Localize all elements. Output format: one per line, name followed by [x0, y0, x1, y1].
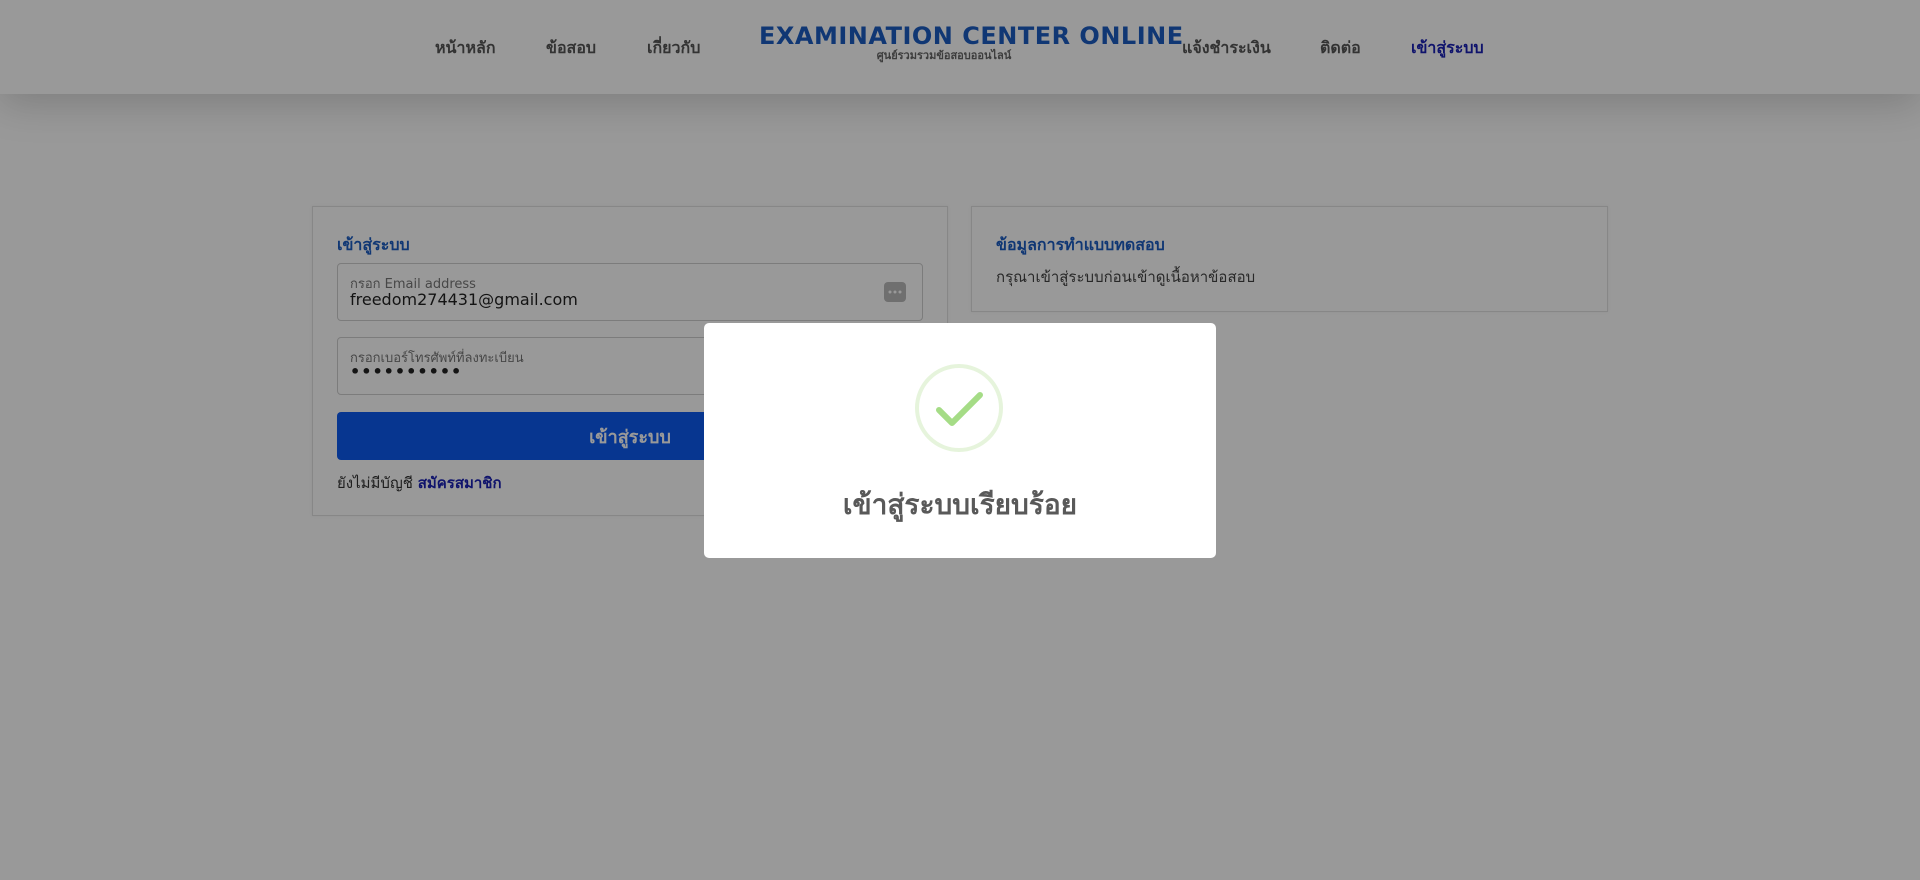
success-check-icon	[914, 363, 1004, 453]
success-modal: เข้าสู่ระบบเรียบร้อย	[704, 323, 1216, 558]
modal-title: เข้าสู่ระบบเรียบร้อย	[842, 488, 1078, 521]
